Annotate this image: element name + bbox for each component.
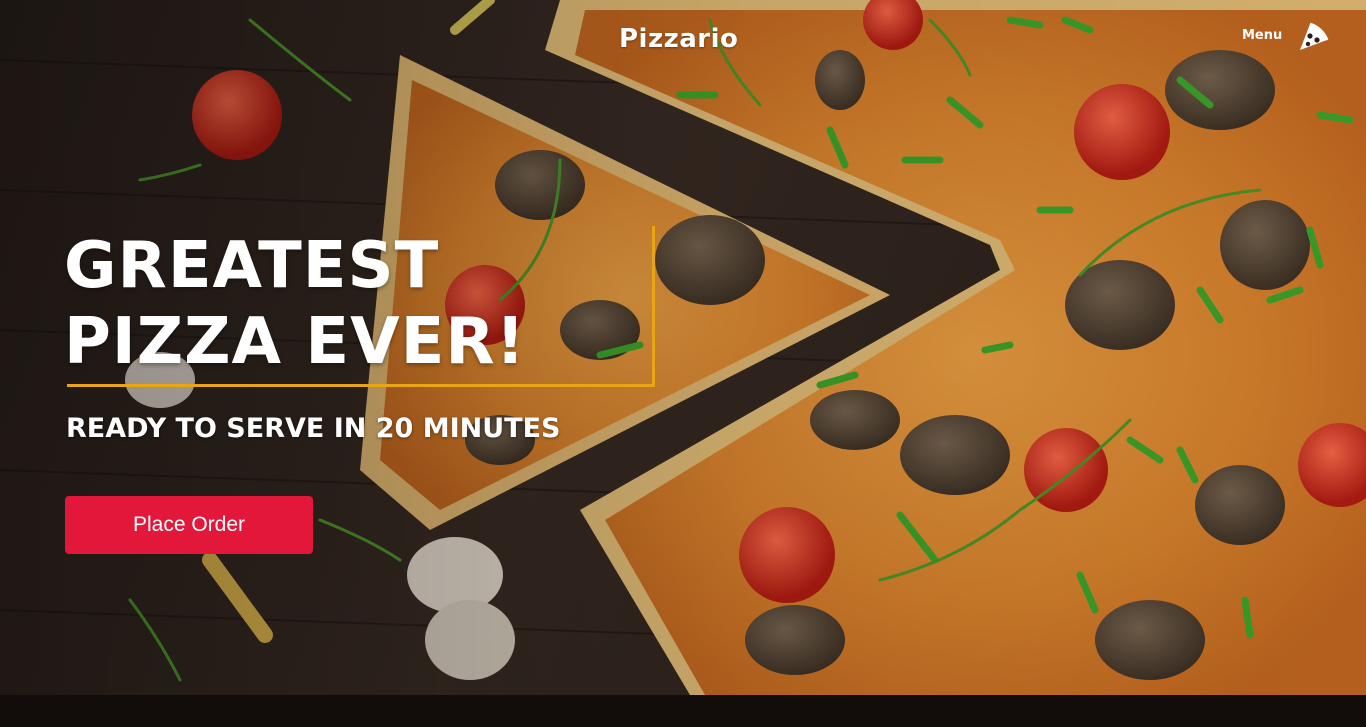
headline-line-2: PIZZA EVER! bbox=[64, 305, 526, 379]
menu-button[interactable]: Menu bbox=[1242, 20, 1330, 54]
hero-section: Pizzario Menu GREATEST PIZZA EVER! READY… bbox=[0, 0, 1366, 695]
footer-strip bbox=[0, 695, 1366, 727]
brand-logo[interactable]: Pizzario bbox=[619, 24, 738, 54]
headline-line-1: GREATEST bbox=[64, 229, 440, 303]
pizza-slice-icon[interactable] bbox=[1296, 20, 1330, 54]
menu-label: Menu bbox=[1242, 27, 1283, 43]
hero-headline: GREATEST PIZZA EVER! bbox=[64, 228, 526, 380]
hero-subheadline: READY TO SERVE IN 20 MINUTES bbox=[66, 413, 561, 444]
place-order-button[interactable]: Place Order bbox=[65, 496, 313, 554]
